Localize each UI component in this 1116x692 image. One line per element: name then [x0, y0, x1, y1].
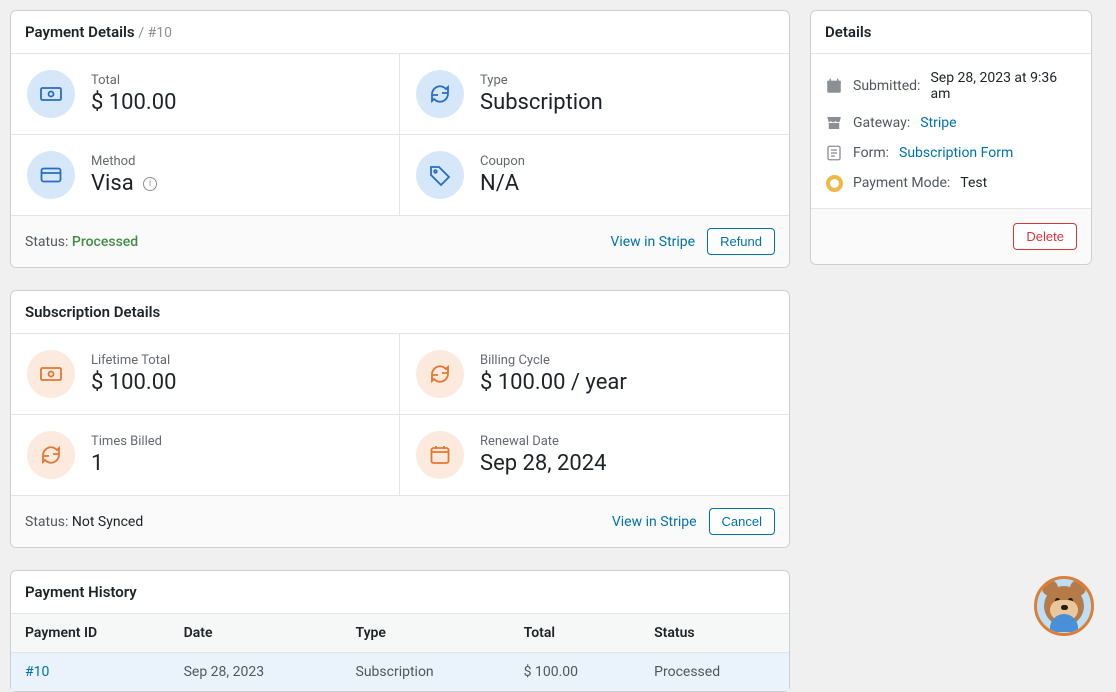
delete-button[interactable]: Delete: [1013, 223, 1077, 250]
method-label: Method: [91, 154, 157, 169]
total-cell: Total $ 100.00: [11, 54, 400, 135]
subscription-details-title: Subscription Details: [25, 303, 160, 321]
card-icon: [27, 151, 75, 199]
details-sidebar-card: Details Submitted: Sep 28, 2023 at 9:36 …: [810, 10, 1092, 265]
recurring-icon: [27, 431, 75, 479]
billed-label: Times Billed: [91, 434, 162, 449]
payment-details-card: Payment Details / #10 Total $ 100.00: [10, 10, 790, 268]
payment-status-label: Status:: [25, 234, 68, 250]
recurring-icon: [416, 70, 464, 118]
type-label: Type: [480, 73, 603, 88]
payment-history-table: Payment ID Date Type Total Status #10 Se…: [11, 614, 789, 691]
tag-icon: [416, 151, 464, 199]
form-link[interactable]: Subscription Form: [899, 145, 1013, 161]
renewal-cell: Renewal Date Sep 28, 2024: [400, 415, 789, 496]
row-type: Subscription: [342, 653, 510, 692]
method-value-text: Visa: [91, 171, 134, 196]
ring-icon: [825, 174, 843, 192]
submitted-label: Submitted:: [853, 78, 920, 94]
mode-row: Payment Mode: Test: [825, 168, 1077, 198]
info-icon[interactable]: i: [143, 177, 157, 191]
payment-details-title: Payment Details: [25, 23, 135, 41]
type-value: Subscription: [480, 90, 603, 115]
method-cell: Method Visa i: [11, 135, 400, 216]
mode-label: Payment Mode:: [853, 175, 950, 191]
submitted-row: Submitted: Sep 28, 2023 at 9:36 am: [825, 64, 1077, 108]
lifetime-value: $ 100.00: [91, 370, 176, 395]
money-icon: [27, 70, 75, 118]
view-in-stripe-link[interactable]: View in Stripe: [610, 234, 695, 250]
billed-value: 1: [91, 451, 162, 476]
help-mascot-button[interactable]: [1034, 576, 1094, 636]
payment-footer: Status: Processed View in Stripe Refund: [11, 216, 789, 267]
col-total: Total: [510, 614, 640, 653]
subscription-status-value: Not Synced: [72, 514, 143, 530]
payment-history-header: Payment History: [11, 571, 789, 614]
gateway-label: Gateway:: [853, 115, 910, 131]
cycle-label: Billing Cycle: [480, 353, 627, 368]
calendar-icon: [825, 77, 843, 95]
calendar-icon: [416, 431, 464, 479]
subscription-details-header: Subscription Details: [11, 291, 789, 334]
refund-button[interactable]: Refund: [707, 228, 775, 255]
col-payment-id: Payment ID: [11, 614, 170, 653]
payment-details-header: Payment Details / #10: [11, 11, 789, 54]
subscription-status: Status: Not Synced: [25, 514, 143, 530]
coupon-label: Coupon: [480, 154, 525, 169]
col-date: Date: [170, 614, 342, 653]
subscription-view-stripe-link[interactable]: View in Stripe: [612, 514, 697, 530]
subscription-status-label: Status:: [25, 514, 68, 530]
row-date: Sep 28, 2023: [170, 653, 342, 692]
row-total: $ 100.00: [510, 653, 640, 692]
form-icon: [825, 144, 843, 162]
payment-status: Status: Processed: [25, 234, 138, 250]
payment-history-title: Payment History: [25, 583, 137, 601]
billed-cell: Times Billed 1: [11, 415, 400, 496]
submitted-value: Sep 28, 2023 at 9:36 am: [930, 70, 1077, 102]
cycle-cell: Billing Cycle $ 100.00 / year: [400, 334, 789, 415]
coupon-value: N/A: [480, 171, 525, 196]
cycle-value: $ 100.00 / year: [480, 370, 627, 395]
subscription-details-card: Subscription Details Lifetime Total $ 10…: [10, 290, 790, 548]
lifetime-cell: Lifetime Total $ 100.00: [11, 334, 400, 415]
type-cell: Type Subscription: [400, 54, 789, 135]
renewal-label: Renewal Date: [480, 434, 607, 449]
payment-id-link[interactable]: #10: [25, 664, 49, 680]
total-value: $ 100.00: [91, 90, 176, 115]
details-sidebar-title: Details: [825, 23, 871, 41]
store-icon: [825, 114, 843, 132]
gateway-row: Gateway: Stripe: [825, 108, 1077, 138]
payment-history-card: Payment History Payment ID Date Type Tot…: [10, 570, 790, 692]
col-type: Type: [342, 614, 510, 653]
coupon-cell: Coupon N/A: [400, 135, 789, 216]
gateway-link[interactable]: Stripe: [920, 115, 956, 131]
payment-status-value: Processed: [72, 234, 138, 250]
table-row[interactable]: #10 Sep 28, 2023 Subscription $ 100.00 P…: [11, 653, 789, 692]
recurring-icon: [416, 350, 464, 398]
details-sidebar-header: Details: [811, 11, 1091, 54]
form-row: Form: Subscription Form: [825, 138, 1077, 168]
method-value: Visa i: [91, 171, 157, 196]
payment-id-breadcrumb: / #10: [138, 25, 172, 41]
col-status: Status: [640, 614, 789, 653]
renewal-value: Sep 28, 2024: [480, 451, 607, 476]
lifetime-label: Lifetime Total: [91, 353, 176, 368]
cancel-subscription-button[interactable]: Cancel: [709, 508, 775, 535]
total-label: Total: [91, 73, 176, 88]
row-status: Processed: [640, 653, 789, 692]
mode-value: Test: [960, 175, 987, 191]
subscription-footer: Status: Not Synced View in Stripe Cancel: [11, 496, 789, 547]
form-label: Form:: [853, 145, 889, 161]
details-sidebar-footer: Delete: [811, 208, 1091, 264]
money-icon: [27, 350, 75, 398]
